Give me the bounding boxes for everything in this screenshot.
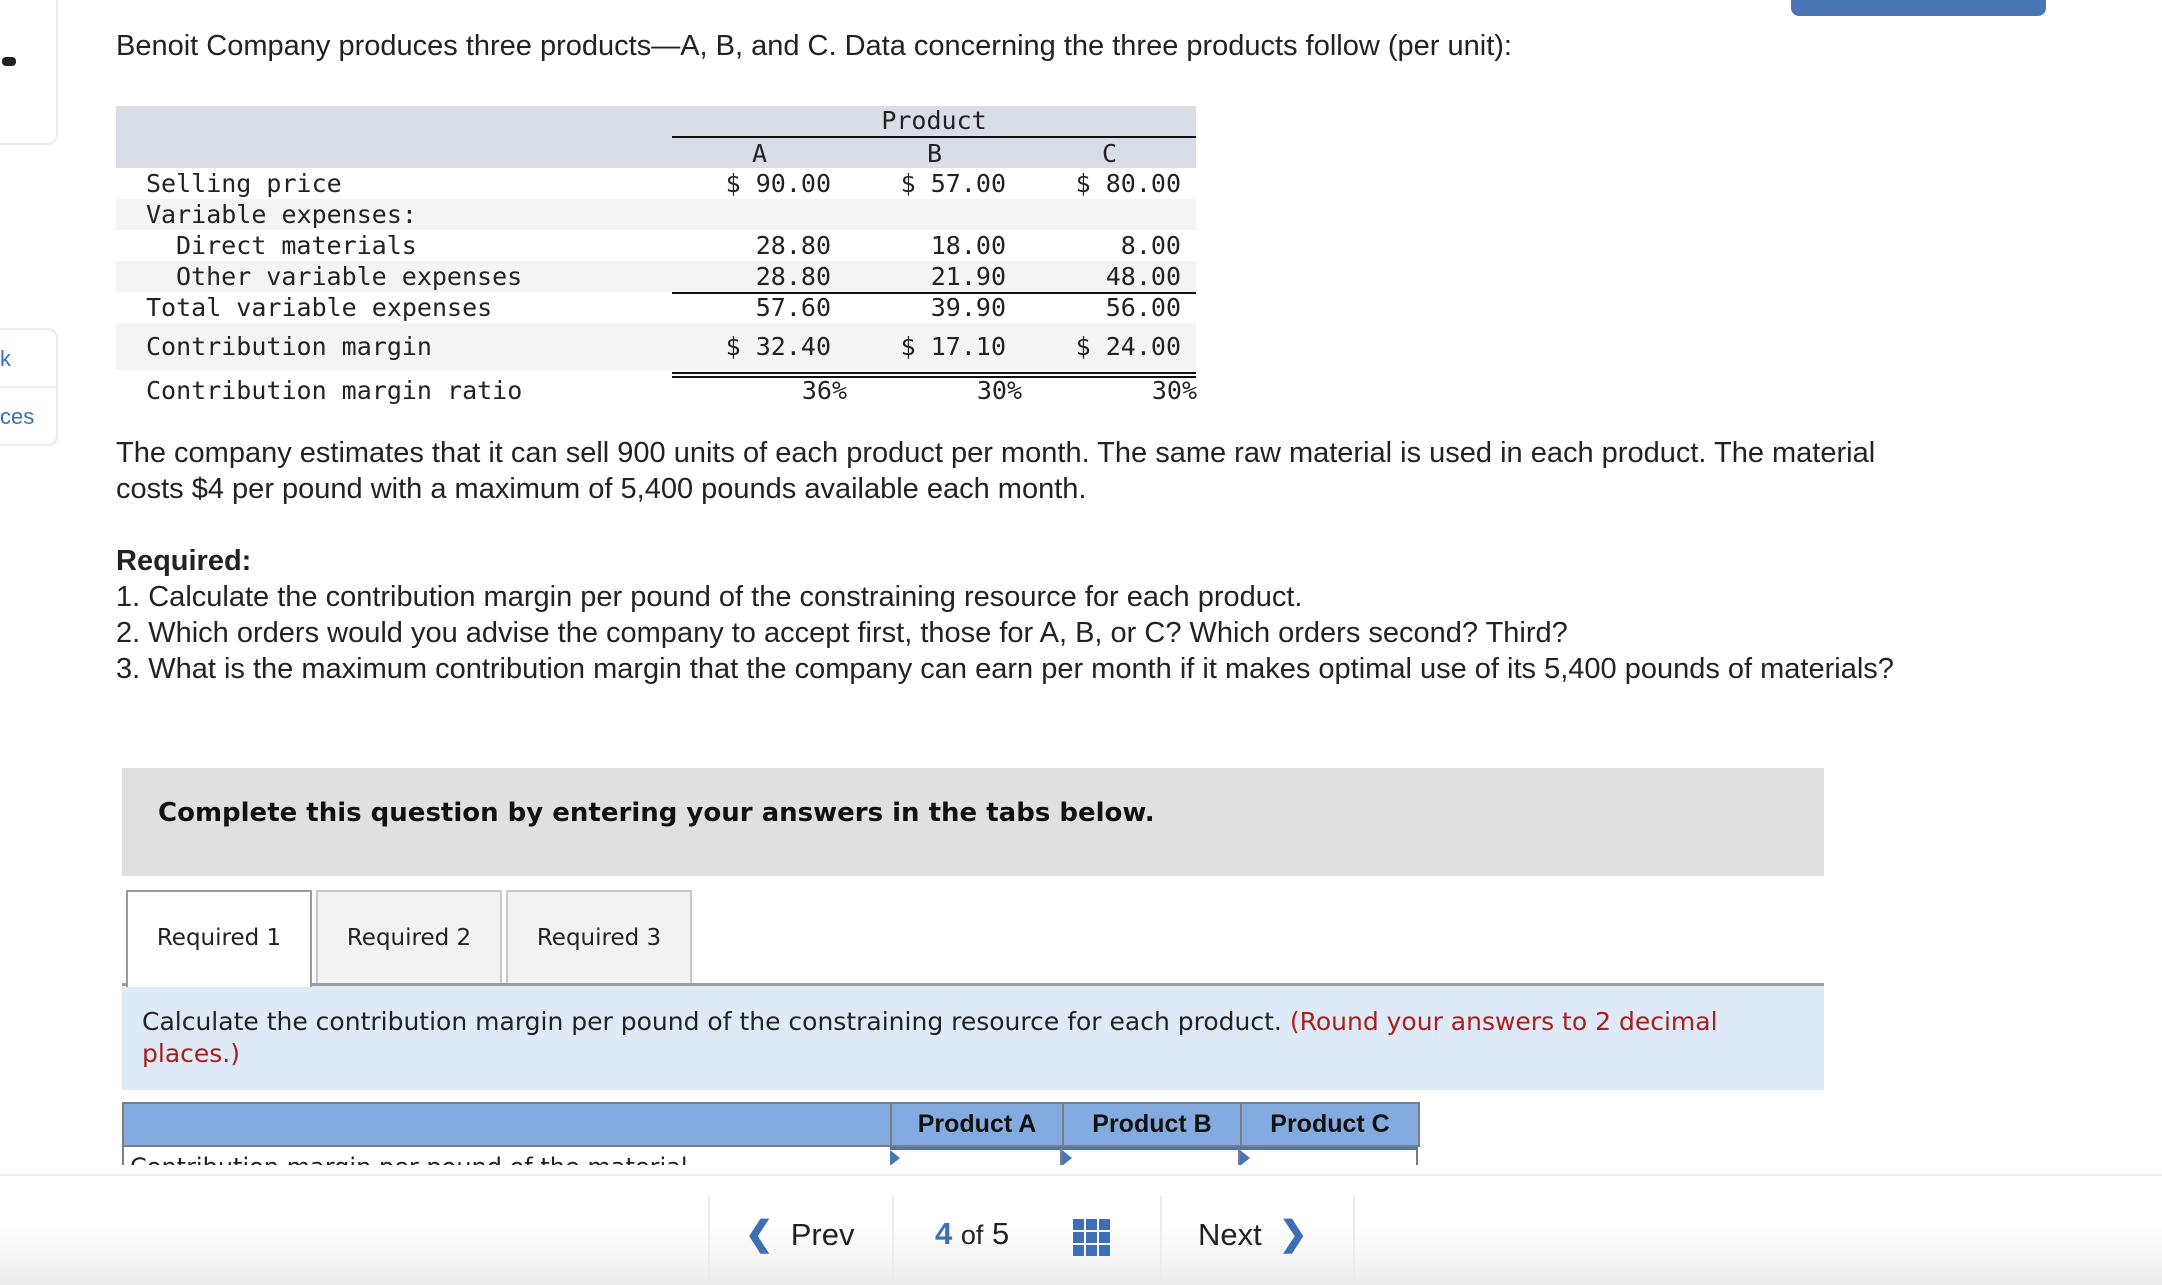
cell-value: 28.80 (755, 262, 831, 291)
next-button[interactable]: Next ❯ (1198, 1204, 1307, 1264)
sidebar-dash-icon (2, 57, 16, 66)
cell-value: 39.90 (930, 293, 1006, 322)
product-data-table: Product A B C Selling price $ 90.00 $ 57… (116, 106, 1197, 408)
chevron-left-icon: ❮ (745, 1215, 774, 1253)
required-item: 1. Calculate the contribution margin per… (116, 581, 1303, 613)
cell-value: 30% (1151, 376, 1197, 405)
instructions-text: Complete this question by entering your … (158, 798, 1155, 828)
row-label: Direct materials (176, 231, 417, 260)
cell-value: 28.80 (755, 231, 831, 260)
bottom-navigation: ❮ Prev 4 of 5 Next ❯ (0, 1174, 2162, 1285)
cell-value: 56.00 (1105, 293, 1181, 322)
answer-table: Product A Product B Product C Contributi… (122, 1102, 1420, 1165)
required-item: 2. Which orders would you advise the com… (116, 617, 1568, 649)
nav-separator (1160, 1196, 1162, 1282)
next-label: Next (1198, 1217, 1262, 1252)
header-underline (672, 136, 1196, 138)
tab-instruction-text: Calculate the contribution margin per po… (142, 1006, 1802, 1070)
row-label: Other variable expenses (176, 262, 523, 291)
input-marker-icon (1240, 1150, 1250, 1165)
row-label: Contribution margin ratio (146, 376, 523, 405)
sidebar-link[interactable]: ces (0, 388, 56, 446)
sidebar-card (0, 0, 58, 145)
answer-row: Contribution margin per pound of the mat… (122, 1147, 1420, 1165)
answer-header-row: Product A Product B Product C (122, 1102, 1420, 1147)
table-row: Variable expenses: (116, 199, 1196, 230)
table-header: Product A B C (116, 106, 1196, 168)
table-row: Selling price $ 90.00 $ 57.00 $ 80.00 (116, 168, 1196, 199)
table-row: Total variable expenses 57.60 39.90 56.0… (116, 292, 1196, 323)
top-action-button[interactable] (1791, 0, 2046, 16)
cell-value: $ 80.00 (1075, 169, 1181, 198)
required-heading: Required: (116, 545, 252, 577)
instructions-box: Complete this question by entering your … (122, 768, 1824, 876)
total-pages: 5 (992, 1216, 1010, 1251)
answer-row-label: Contribution margin per pound of the mat… (130, 1153, 688, 1165)
chevron-right-icon: ❯ (1278, 1215, 1308, 1253)
nav-separator (1353, 1196, 1355, 1282)
answer-input-product-a[interactable] (890, 1147, 1062, 1165)
cell-value: 48.00 (1105, 262, 1181, 291)
problem-paragraph: The company estimates that it can sell 9… (116, 437, 1876, 505)
input-marker-icon (890, 1150, 900, 1165)
row-label: Selling price (146, 169, 342, 198)
cell-value: 21.90 (930, 262, 1006, 291)
cell-value: $ 32.40 (725, 332, 831, 361)
sidebar-link[interactable]: k (0, 330, 56, 388)
nav-separator (892, 1196, 894, 1282)
prev-label: Prev (790, 1217, 855, 1252)
cell-value: 18.00 (930, 231, 1006, 260)
answer-input-product-b[interactable] (1062, 1147, 1240, 1165)
of-label: of (960, 1220, 984, 1250)
column-header-a: A (751, 139, 768, 168)
table-row: Contribution margin $ 32.40 $ 17.10 $ 24… (116, 323, 1196, 370)
header-product-b: Product B (1062, 1104, 1240, 1145)
cell-value: $ 57.00 (900, 169, 1006, 198)
row-label: Total variable expenses (146, 293, 493, 322)
input-marker-icon (1062, 1150, 1072, 1165)
header-product-a: Product A (890, 1104, 1062, 1145)
cell-value: 57.60 (755, 293, 831, 322)
column-header-b: B (926, 139, 943, 168)
instruction-main: Calculate the contribution margin per po… (142, 1007, 1282, 1036)
page-indicator: 4 of 5 (935, 1204, 1009, 1264)
problem-title: Benoit Company produces three products—A… (116, 30, 1512, 62)
prev-button[interactable]: ❮ Prev (745, 1204, 854, 1264)
cell-value: $ 90.00 (725, 169, 831, 198)
cell-value: 30% (976, 376, 1022, 405)
tab-required-2[interactable]: Required 2 (316, 890, 502, 985)
header-product-c: Product C (1240, 1104, 1418, 1145)
table-row: Contribution margin ratio 36% 30% 30% (116, 370, 1197, 408)
cell-value: 8.00 (1120, 231, 1181, 260)
sidebar-links: k ces (0, 328, 58, 446)
tab-required-1[interactable]: Required 1 (126, 890, 312, 987)
nav-separator (708, 1196, 710, 1282)
cell-value: $ 24.00 (1075, 332, 1181, 361)
table-row: Direct materials 28.80 18.00 8.00 (116, 230, 1196, 261)
required-item: 3. What is the maximum contribution marg… (116, 653, 1894, 685)
table-row: Other variable expenses 28.80 21.90 48.0… (116, 261, 1196, 292)
tab-required-3[interactable]: Required 3 (506, 890, 692, 985)
grid-menu-icon[interactable] (1073, 1219, 1110, 1256)
required-section: Required: 1. Calculate the contribution … (116, 543, 1946, 687)
answer-input-product-c[interactable] (1240, 1147, 1418, 1165)
cell-value: $ 17.10 (900, 332, 1006, 361)
cell-value: 36% (801, 376, 847, 405)
product-group-header: Product (881, 106, 987, 135)
row-label: Variable expenses: (146, 200, 417, 229)
current-page: 4 (935, 1216, 953, 1251)
tab-instruction-panel: Calculate the contribution margin per po… (122, 986, 1824, 1090)
column-header-c: C (1101, 139, 1118, 168)
row-label: Contribution margin (146, 332, 432, 361)
